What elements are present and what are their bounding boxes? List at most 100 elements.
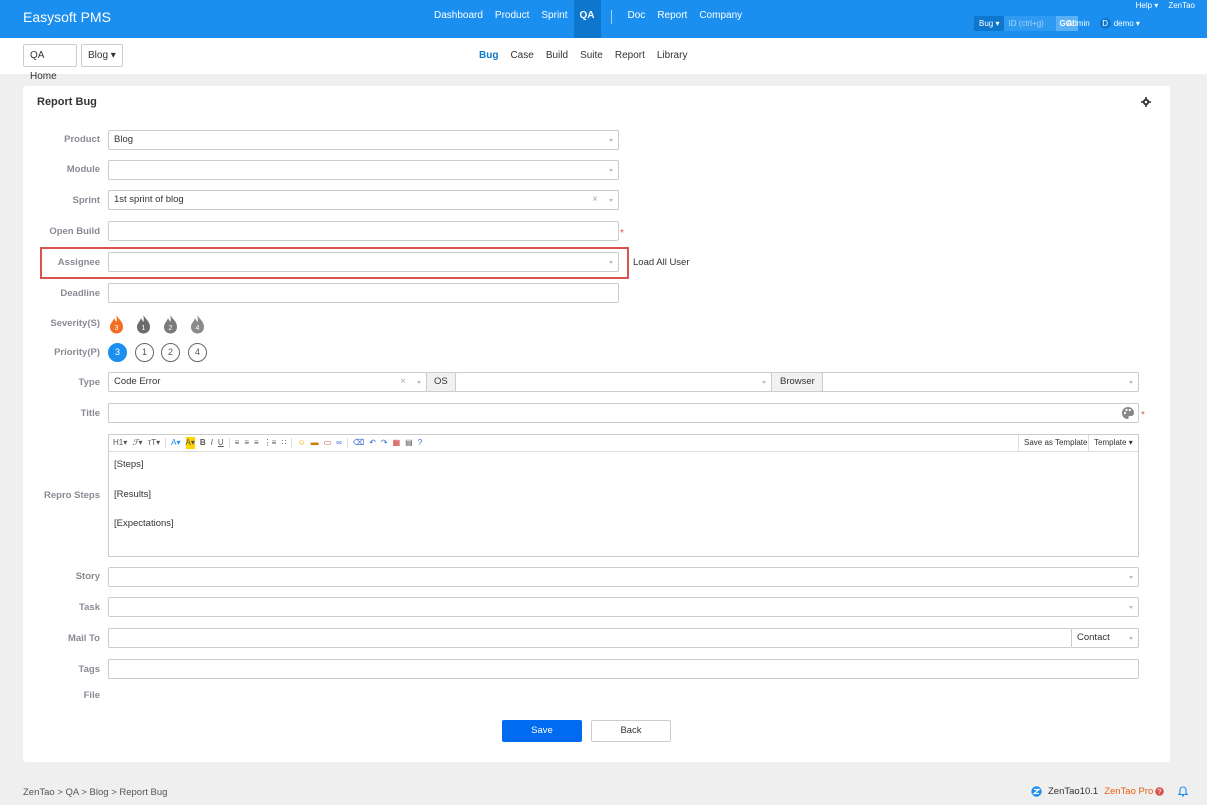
editor-content[interactable]: [Steps] [Results] [Expectations] bbox=[109, 445, 1138, 544]
priority-option[interactable]: 4 bbox=[188, 343, 207, 362]
breadcrumb-qa-home[interactable]: QA Home bbox=[23, 44, 77, 82]
footer-breadcrumb[interactable]: ZenTao > QA > Blog > Report Bug bbox=[23, 787, 167, 798]
chevron-down-icon bbox=[1129, 606, 1133, 609]
sub-nav: Bug Case Build Suite Report Library bbox=[473, 38, 693, 74]
font-family-icon[interactable]: ℱ▾ bbox=[132, 437, 142, 449]
nav-sprint[interactable]: Sprint bbox=[535, 0, 573, 38]
nav-doc[interactable]: Doc bbox=[622, 0, 652, 38]
unordered-list-icon[interactable]: ∷ bbox=[281, 437, 286, 449]
bold-icon[interactable]: B bbox=[200, 437, 206, 449]
version-link[interactable]: ZenTao10.1 bbox=[1048, 786, 1098, 797]
required-icon: * bbox=[620, 228, 624, 239]
tab-bug[interactable]: Bug bbox=[473, 38, 504, 74]
emoticon-icon[interactable]: ☺ bbox=[297, 437, 305, 449]
code-icon[interactable]: ▭ bbox=[324, 437, 332, 449]
load-all-user-link[interactable]: Load All User bbox=[633, 257, 690, 268]
nav-company[interactable]: Company bbox=[693, 0, 748, 38]
clear-icon[interactable]: × bbox=[400, 373, 406, 391]
nav-report[interactable]: Report bbox=[651, 0, 693, 38]
search-type-select[interactable]: Bug ▾ bbox=[974, 16, 1005, 31]
open-build-select[interactable] bbox=[108, 221, 619, 241]
save-as-template-button[interactable]: Save as Template bbox=[1018, 435, 1092, 451]
breadcrumb-product-select[interactable]: Blog ▾ bbox=[81, 44, 123, 67]
sprint-select[interactable]: 1st sprint of blog × bbox=[108, 190, 619, 210]
table-icon[interactable]: ▦ bbox=[393, 437, 401, 449]
product-select[interactable]: Blog bbox=[108, 130, 619, 150]
redo-icon[interactable]: ↷ bbox=[381, 437, 388, 449]
repro-steps-editor[interactable]: H1▾ ℱ▾ тT▾ A▾ A▾ B I U ≡ ≡ ≡ ⋮≡ ∷ ☺ ▬ ▭ … bbox=[108, 434, 1139, 557]
tab-build[interactable]: Build bbox=[540, 38, 574, 74]
chevron-down-icon bbox=[762, 381, 766, 384]
report-bug-panel: Report Bug Product Blog Module Sprint 1s… bbox=[23, 86, 1170, 762]
eraser-icon[interactable]: ⌫ bbox=[353, 437, 364, 449]
help-icon[interactable]: ? bbox=[418, 437, 422, 449]
search-input[interactable] bbox=[1004, 16, 1057, 31]
nav-product[interactable]: Product bbox=[489, 0, 535, 38]
bell-icon[interactable] bbox=[1178, 786, 1189, 797]
image-icon[interactable]: ▬ bbox=[311, 437, 319, 449]
font-size-icon[interactable]: тT▾ bbox=[148, 437, 161, 449]
brand-title[interactable]: Easysoft PMS bbox=[23, 9, 111, 25]
mail-to-select[interactable] bbox=[108, 628, 1072, 648]
tab-library[interactable]: Library bbox=[651, 38, 694, 74]
chevron-down-icon bbox=[1129, 637, 1133, 640]
heading-icon[interactable]: H1▾ bbox=[113, 437, 127, 449]
priority-option[interactable]: 3 bbox=[108, 343, 127, 362]
gear-icon[interactable] bbox=[1141, 97, 1151, 107]
tab-case[interactable]: Case bbox=[504, 38, 539, 74]
link-icon[interactable]: ∞ bbox=[336, 437, 342, 449]
browser-select[interactable] bbox=[822, 372, 1139, 392]
priority-option[interactable]: 2 bbox=[161, 343, 180, 362]
contact-select[interactable]: Contact bbox=[1071, 628, 1139, 648]
clear-icon[interactable]: × bbox=[592, 191, 598, 209]
user-menu[interactable]: Ddemo ▾ bbox=[1099, 18, 1140, 29]
save-button[interactable]: Save bbox=[502, 720, 582, 742]
flame-icon[interactable]: 1 bbox=[135, 314, 152, 334]
product-label: Product bbox=[64, 134, 100, 145]
svg-text:1: 1 bbox=[142, 325, 146, 332]
tab-suite[interactable]: Suite bbox=[574, 38, 609, 74]
align-right-icon[interactable]: ≡ bbox=[254, 437, 259, 449]
question-icon[interactable]: ? bbox=[1155, 787, 1165, 796]
palette-icon[interactable] bbox=[1121, 406, 1135, 420]
title-label: Title bbox=[80, 408, 100, 419]
deadline-input[interactable] bbox=[108, 283, 619, 303]
nav-dashboard[interactable]: Dashboard bbox=[428, 0, 489, 38]
priority-option[interactable]: 1 bbox=[135, 343, 154, 362]
type-select[interactable]: Code Error × bbox=[108, 372, 427, 392]
align-left-icon[interactable]: ≡ bbox=[235, 437, 240, 449]
editor-toolbar: H1▾ ℱ▾ тT▾ A▾ A▾ B I U ≡ ≡ ≡ ⋮≡ ∷ ☺ ▬ ▭ … bbox=[109, 435, 1138, 452]
nav-qa[interactable]: QA bbox=[573, 0, 601, 38]
italic-icon[interactable]: I bbox=[211, 437, 213, 449]
severity-label: Severity(S) bbox=[50, 318, 100, 329]
flame-icon[interactable]: 2 bbox=[162, 314, 179, 334]
os-select[interactable] bbox=[455, 372, 772, 392]
flame-icon[interactable]: 3 bbox=[108, 314, 125, 334]
task-select[interactable] bbox=[108, 597, 1139, 617]
ordered-list-icon[interactable]: ⋮≡ bbox=[264, 437, 277, 449]
required-icon: * bbox=[1141, 410, 1145, 421]
svg-text:?: ? bbox=[1158, 789, 1162, 796]
paste-icon[interactable]: ▤ bbox=[405, 437, 413, 449]
undo-icon[interactable]: ↶ bbox=[369, 437, 376, 449]
align-center-icon[interactable]: ≡ bbox=[244, 437, 249, 449]
underline-icon[interactable]: U bbox=[218, 437, 224, 449]
module-select[interactable] bbox=[108, 160, 619, 180]
story-select[interactable] bbox=[108, 567, 1139, 587]
svg-text:4: 4 bbox=[196, 325, 200, 332]
back-button[interactable]: Back bbox=[591, 720, 671, 742]
help-menu[interactable]: Help ▾ bbox=[1136, 1, 1159, 10]
tags-input[interactable] bbox=[108, 659, 1139, 679]
template-dropdown[interactable]: Template ▾ bbox=[1088, 435, 1138, 451]
steps-text: [Steps] bbox=[114, 459, 144, 470]
font-color-icon[interactable]: A▾ bbox=[171, 437, 180, 449]
assignee-select[interactable] bbox=[108, 252, 619, 272]
zentao-link[interactable]: ZenTao bbox=[1168, 1, 1195, 10]
flame-icon[interactable]: 4 bbox=[189, 314, 206, 334]
zentao-pro-link[interactable]: ZenTao Pro bbox=[1104, 786, 1153, 797]
tab-report[interactable]: Report bbox=[609, 38, 651, 74]
title-input[interactable] bbox=[108, 403, 1139, 423]
chevron-down-icon bbox=[609, 139, 613, 142]
highlight-color-icon[interactable]: A▾ bbox=[185, 437, 195, 449]
admin-link[interactable]: Admin bbox=[1067, 19, 1090, 28]
